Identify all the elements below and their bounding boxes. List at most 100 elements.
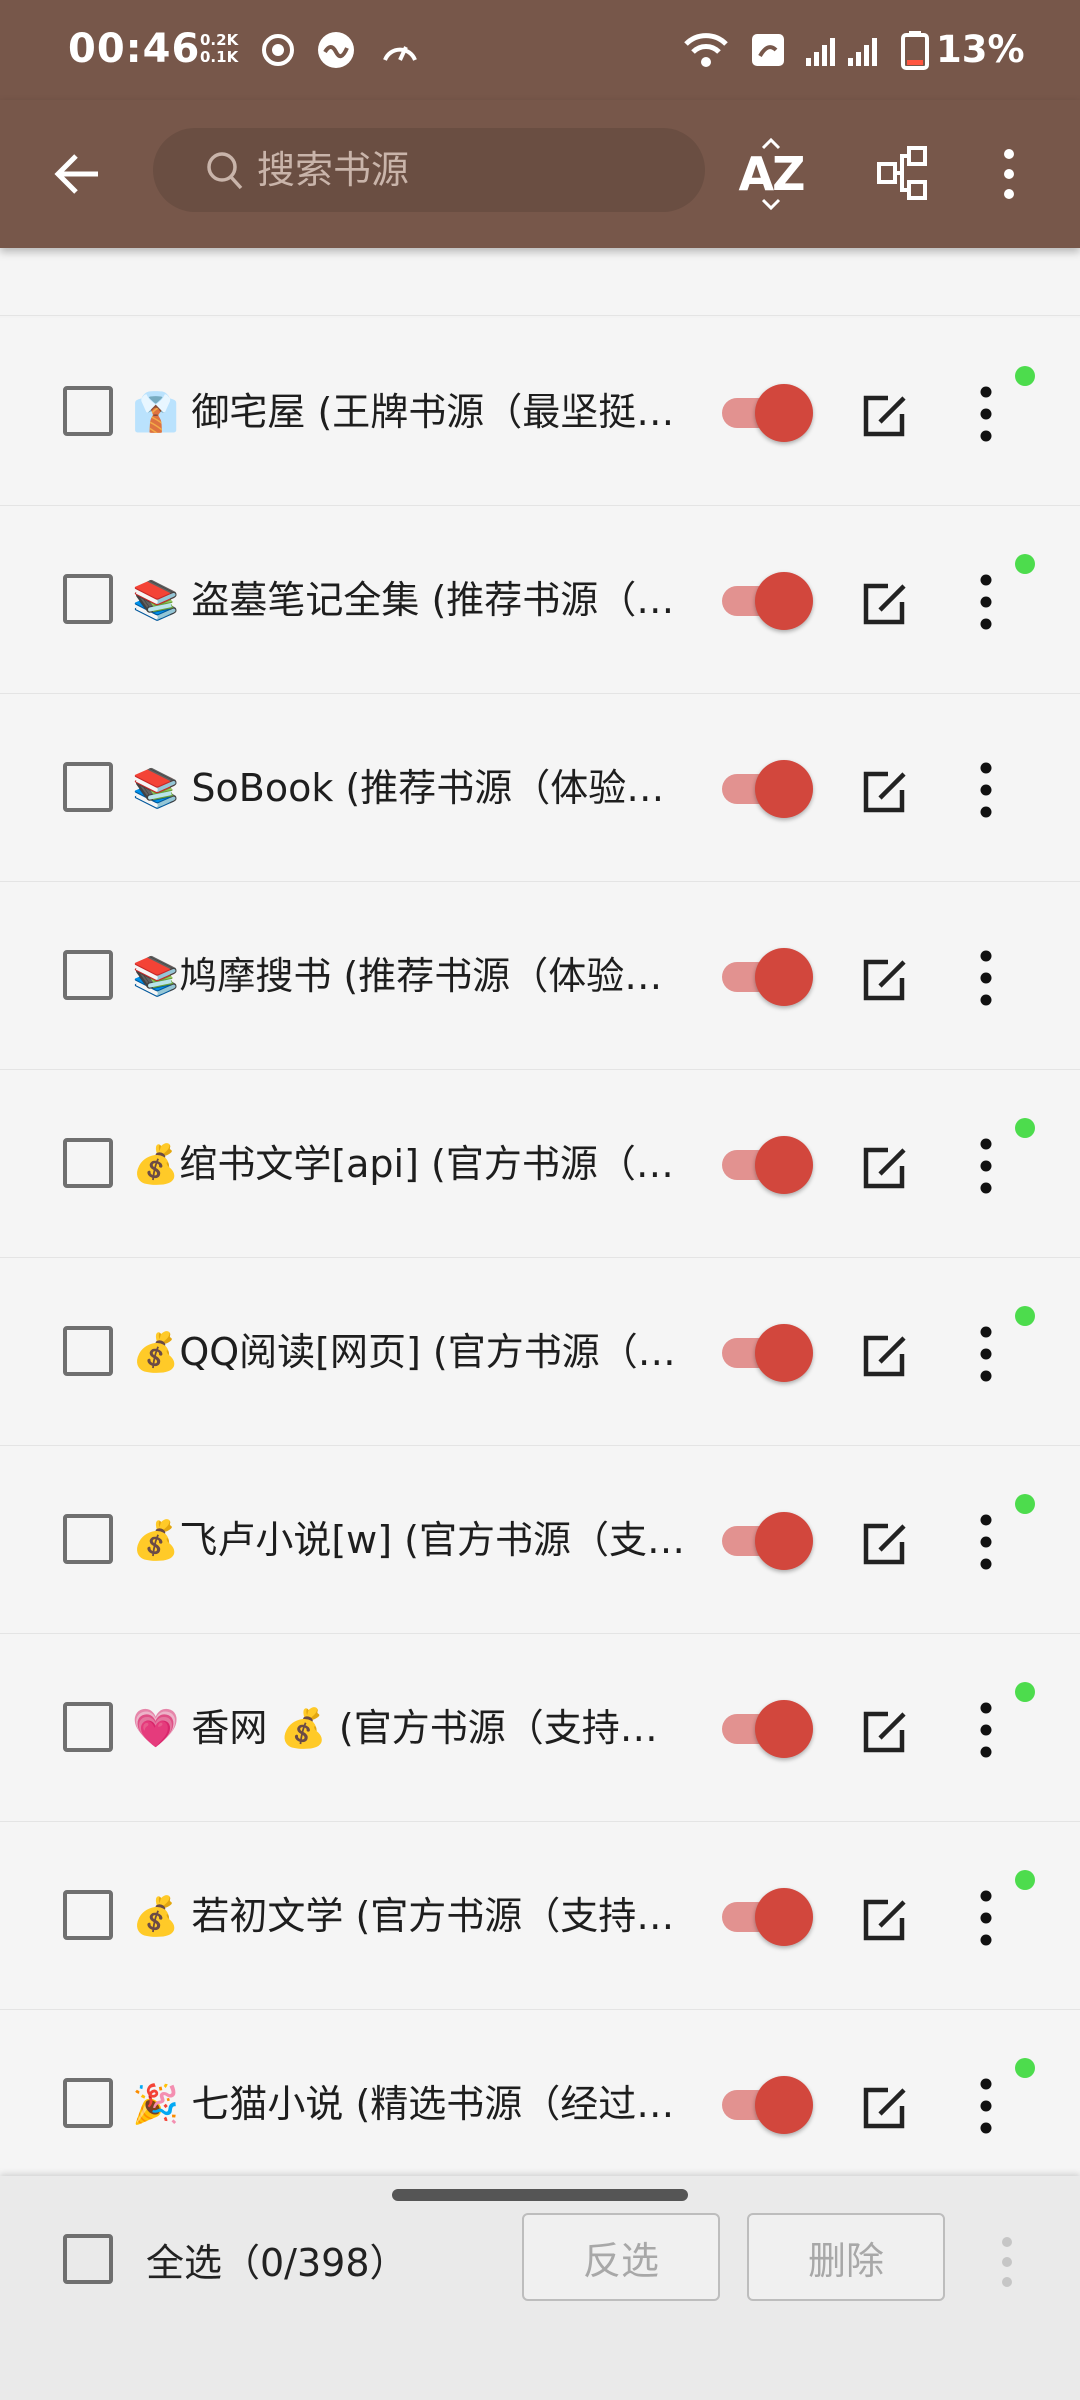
delete-button[interactable]: 删除 [747, 2213, 945, 2301]
more-vertical-icon[interactable] [968, 948, 1004, 1008]
switch-thumb [755, 1700, 813, 1758]
switch-thumb [755, 2076, 813, 2134]
more-vertical-icon[interactable] [968, 1324, 1004, 1384]
source-name: 📚 盗墓笔记全集 (推荐书源（… [132, 578, 675, 622]
source-enable-switch[interactable] [722, 2076, 813, 2134]
source-enable-switch[interactable] [722, 948, 813, 1006]
source-row[interactable]: 📚鸠摩搜书 (推荐书源（体验… [0, 882, 1080, 1070]
edit-icon[interactable] [858, 1328, 914, 1384]
source-row[interactable]: 💰QQ阅读[网页] (官方书源（… [0, 1258, 1080, 1446]
source-checkbox[interactable] [63, 1326, 113, 1376]
status-time: 00:46 [68, 26, 201, 72]
edit-icon[interactable] [858, 1704, 914, 1760]
select-all-checkbox[interactable] [63, 2234, 113, 2284]
source-name: 💰飞卢小说[w] (官方书源（支… [132, 1518, 685, 1562]
net-speed-up: 0.2K [200, 31, 239, 49]
source-checkbox[interactable] [63, 1890, 113, 1940]
more-vertical-icon [1004, 149, 1014, 199]
source-row[interactable]: 📚 盗墓笔记全集 (推荐书源（… [0, 506, 1080, 694]
source-row[interactable]: 💰 若初文学 (官方书源（支持… [0, 1822, 1080, 2010]
net-speed: 0.2K 0.1K [200, 32, 238, 66]
source-enable-switch[interactable] [722, 1512, 813, 1570]
source-name: 💗 香网 💰 (官方书源（支持作… [132, 1706, 692, 1750]
source-row[interactable]: 🎉 七猫小说 (精选书源（经过… [0, 2010, 1080, 2198]
source-checkbox[interactable] [63, 950, 113, 1000]
source-name: 💰绾书文学[api] (官方书源（… [132, 1142, 674, 1186]
select-all-label: 全选（0/398） [146, 2241, 408, 2285]
status-dot [1015, 1682, 1035, 1702]
source-row[interactable]: 💰飞卢小说[w] (官方书源（支… [0, 1446, 1080, 1634]
search-icon [207, 152, 243, 190]
source-enable-switch[interactable] [722, 572, 813, 630]
search-input[interactable] [257, 140, 677, 200]
switch-thumb [755, 1512, 813, 1570]
source-checkbox[interactable] [63, 762, 113, 812]
source-name: 👔 御宅屋 (王牌书源（最坚挺… [132, 390, 675, 434]
back-button[interactable] [38, 134, 118, 214]
edit-icon[interactable] [858, 576, 914, 632]
screen-record-icon [262, 34, 294, 66]
more-vertical-icon[interactable] [968, 2076, 1004, 2136]
switch-thumb [755, 1324, 813, 1382]
edit-icon[interactable] [858, 1140, 914, 1196]
bottom-action-bar: 全选（0/398） 反选 删除 [0, 2176, 1080, 2400]
source-enable-switch[interactable] [722, 760, 813, 818]
source-enable-switch[interactable] [722, 1888, 813, 1946]
more-vertical-icon[interactable] [968, 384, 1004, 444]
source-name: 💰 若初文学 (官方书源（支持… [132, 1894, 675, 1938]
sort-arrows-icon [761, 137, 781, 211]
source-enable-switch[interactable] [722, 1700, 813, 1758]
source-checkbox[interactable] [63, 2078, 113, 2128]
edit-icon[interactable] [858, 1516, 914, 1572]
partial-list-row [0, 248, 1080, 316]
invert-selection-button[interactable]: 反选 [522, 2213, 720, 2301]
battery-percent: 13% [936, 28, 1025, 71]
source-name: 📚鸠摩搜书 (推荐书源（体验… [132, 954, 663, 998]
source-checkbox[interactable] [63, 574, 113, 624]
status-dot [1015, 1494, 1035, 1514]
source-row[interactable]: 👔 御宅屋 (王牌书源（最坚挺… [0, 318, 1080, 506]
more-vertical-icon[interactable] [968, 1888, 1004, 1948]
edit-icon[interactable] [858, 388, 914, 444]
source-checkbox[interactable] [63, 1702, 113, 1752]
edit-icon[interactable] [858, 764, 914, 820]
home-indicator[interactable] [392, 2189, 688, 2201]
source-enable-switch[interactable] [722, 1324, 813, 1382]
edit-icon[interactable] [858, 952, 914, 1008]
switch-thumb [755, 1136, 813, 1194]
source-enable-switch[interactable] [722, 1136, 813, 1194]
sort-button[interactable]: AZ [731, 134, 811, 214]
switch-thumb [755, 760, 813, 818]
group-button[interactable] [863, 134, 943, 214]
source-name: 🎉 七猫小说 (精选书源（经过… [132, 2082, 675, 2126]
overflow-menu-button[interactable] [980, 134, 1038, 214]
status-dot [1015, 2058, 1035, 2078]
source-name: 📚 SoBook (推荐书源（体验不… [132, 766, 692, 810]
edit-icon[interactable] [858, 1892, 914, 1948]
app-bar: AZ [0, 100, 1080, 248]
status-dot [1015, 1118, 1035, 1138]
search-box[interactable] [153, 128, 705, 212]
battery-icon [901, 31, 929, 70]
switch-thumb [755, 1888, 813, 1946]
signal-icon [806, 38, 877, 66]
status-dot [1015, 554, 1035, 574]
more-vertical-icon[interactable] [968, 760, 1004, 820]
source-checkbox[interactable] [63, 386, 113, 436]
edit-icon[interactable] [858, 2080, 914, 2136]
source-checkbox[interactable] [63, 1138, 113, 1188]
bottom-more-icon[interactable] [992, 2234, 1022, 2290]
more-vertical-icon[interactable] [968, 1136, 1004, 1196]
more-vertical-icon[interactable] [968, 1512, 1004, 1572]
more-vertical-icon[interactable] [968, 572, 1004, 632]
source-checkbox[interactable] [63, 1514, 113, 1564]
status-dot [1015, 1870, 1035, 1890]
status-dot [1015, 366, 1035, 386]
source-row[interactable]: 📚 SoBook (推荐书源（体验不… [0, 694, 1080, 882]
status-bar: 00:46 0.2K 0.1K 13% [0, 0, 1080, 100]
source-row[interactable]: 💗 香网 💰 (官方书源（支持作… [0, 1634, 1080, 1822]
source-row[interactable]: 💰绾书文学[api] (官方书源（… [0, 1070, 1080, 1258]
switch-thumb [755, 572, 813, 630]
more-vertical-icon[interactable] [968, 1700, 1004, 1760]
source-enable-switch[interactable] [722, 384, 813, 442]
